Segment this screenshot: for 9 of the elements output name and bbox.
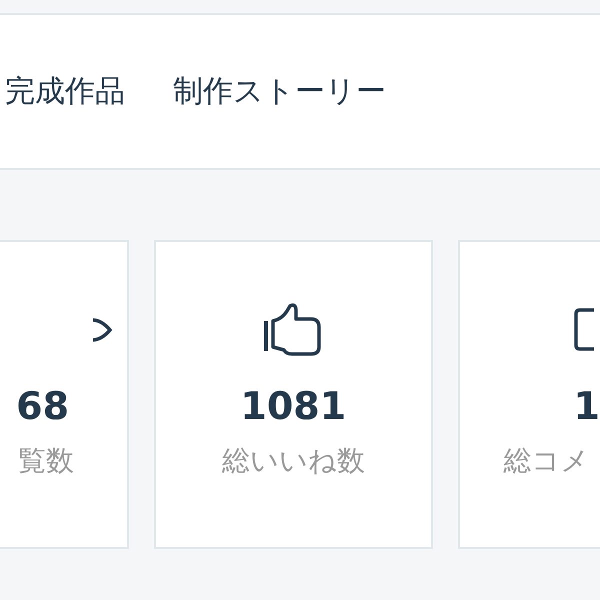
stat-label: 総コメ: [504, 443, 590, 479]
stat-value: 1081: [240, 384, 346, 428]
thumbs-up-icon: [264, 302, 322, 358]
stat-value: 68: [16, 384, 70, 428]
tab[interactable]: 完成作品: [5, 71, 125, 112]
tab[interactable]: 制作ストーリー: [173, 71, 386, 112]
stat-label: 覧数: [18, 443, 74, 479]
stat-value: 1: [574, 384, 600, 428]
stat-label: 総いいね数: [222, 443, 365, 479]
